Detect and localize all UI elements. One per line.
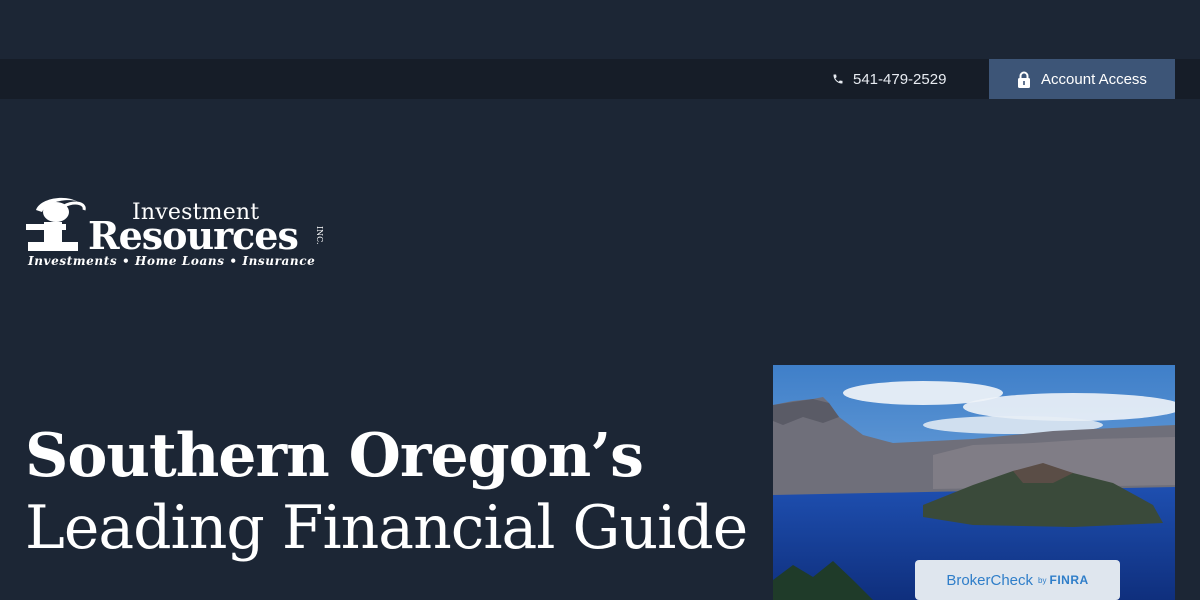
hero-heading-line1: Southern Oregon’s <box>25 421 644 491</box>
account-access-label: Account Access <box>1041 70 1147 88</box>
logo-text-main: Resources <box>88 213 299 258</box>
brokercheck-by: by <box>1038 575 1047 585</box>
phone-link[interactable]: 541-479-2529 <box>832 59 946 99</box>
brokercheck-badge[interactable]: BrokerCheck by FINRA <box>915 560 1120 600</box>
brokercheck-finra: FINRA <box>1049 573 1089 587</box>
crater-lake-photo: BrokerCheck by FINRA <box>773 365 1175 600</box>
brokercheck-name: BrokerCheck <box>946 571 1034 589</box>
utility-bar: 541-479-2529 Account Access <box>0 59 1200 99</box>
hero-heading-line2: Leading Financial Guide <box>25 493 748 563</box>
lock-icon <box>1018 71 1031 88</box>
account-access-button[interactable]: Account Access <box>989 59 1175 99</box>
company-logo[interactable]: Investment Resources INC. Investments • … <box>26 196 326 270</box>
logo-tagline: Investments • Home Loans • Insurance <box>28 254 316 268</box>
phone-icon <box>833 74 843 84</box>
logo-text-inc: INC. <box>315 226 324 245</box>
phone-number: 541-479-2529 <box>853 70 947 88</box>
